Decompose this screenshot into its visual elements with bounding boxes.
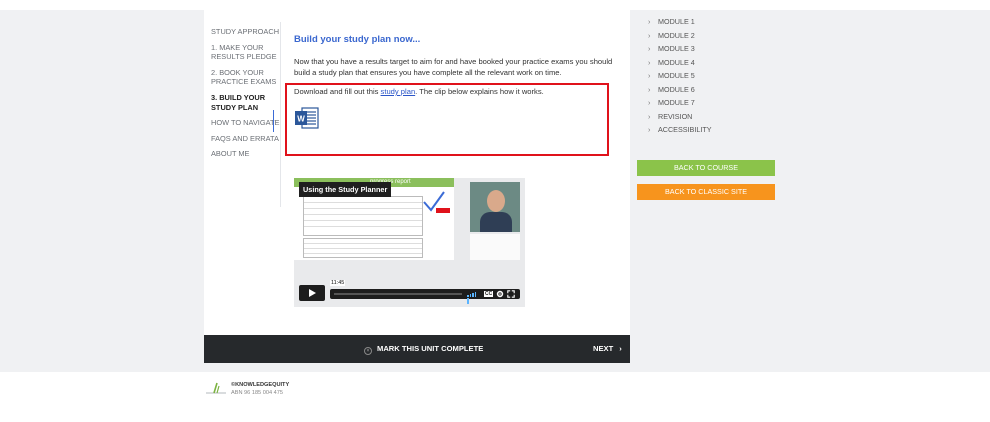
chevron-right-icon: ›	[648, 84, 651, 94]
module-item-accessibility[interactable]: › ACCESSIBILITY	[648, 123, 773, 137]
next-label: NEXT	[593, 344, 614, 353]
module-item-2[interactable]: › MODULE 2	[648, 29, 773, 43]
mark-complete-label: MARK THIS UNIT COMPLETE	[377, 344, 484, 353]
module-label: MODULE 5	[658, 71, 695, 80]
back-to-course-button[interactable]: BACK TO COURSE	[637, 160, 775, 176]
nav-divider	[280, 22, 281, 207]
presenter-face	[487, 190, 505, 212]
slide-table-secondary	[303, 238, 423, 258]
video-progress-bar[interactable]	[334, 293, 462, 295]
footer-brand: ©KNOWLEDGEQUITY	[231, 382, 290, 388]
module-label: MODULE 2	[658, 30, 695, 40]
footer-abn: ABN 96 185 004 475	[231, 390, 283, 394]
nav-item-study-plan[interactable]: 3. BUILD YOUR STUDY PLAN	[211, 93, 281, 112]
nav-item-study-approach[interactable]: STUDY APPROACH	[211, 27, 281, 37]
module-item-7[interactable]: › MODULE 7	[648, 96, 773, 110]
video-side-panel	[470, 234, 520, 260]
nav-item-faqs-errata[interactable]: FAQS AND ERRATA	[211, 134, 281, 144]
mark-complete-button[interactable]: × MARK THIS UNIT COMPLETE	[364, 344, 483, 355]
module-label: MODULE 6	[658, 84, 695, 94]
nav-item-results-pledge[interactable]: 1. MAKE YOUR RESULTS PLEDGE	[211, 43, 281, 62]
knowledgequity-logo-icon	[206, 381, 226, 395]
video-player[interactable]: progress report Using the Study Planner …	[294, 178, 525, 307]
volume-icon[interactable]	[467, 290, 479, 304]
module-item-3[interactable]: › MODULE 3	[648, 42, 773, 56]
highlight-annotation-box	[285, 83, 609, 156]
next-button[interactable]: NEXT ›	[593, 344, 622, 353]
chevron-right-icon: ›	[648, 98, 651, 107]
chevron-right-icon: ›	[648, 125, 651, 134]
nav-active-indicator	[273, 110, 274, 132]
intro-paragraph: Now that you have a results target to ai…	[294, 57, 613, 78]
circle-x-icon: ×	[364, 347, 372, 355]
red-marker	[436, 208, 450, 213]
chevron-right-icon: ›	[648, 44, 651, 53]
module-label: MODULE 1	[658, 17, 695, 26]
chevron-right-icon: ›	[648, 71, 651, 80]
module-label: REVISION	[658, 111, 693, 121]
nav-item-about-me[interactable]: ABOUT ME	[211, 149, 281, 159]
module-item-6[interactable]: › MODULE 6	[648, 83, 773, 97]
unit-footer-bar: × MARK THIS UNIT COMPLETE NEXT ›	[204, 335, 630, 363]
video-timestamp: 11:45	[330, 280, 346, 286]
slide-table	[303, 196, 423, 236]
nav-item-how-to-navigate[interactable]: HOW TO NAVIGATE	[211, 118, 281, 128]
module-item-1[interactable]: › MODULE 1	[648, 15, 773, 29]
fullscreen-icon[interactable]	[507, 290, 515, 300]
cc-icon[interactable]: CC	[484, 291, 494, 297]
presenter-video	[470, 182, 520, 232]
module-item-revision[interactable]: › REVISION	[648, 110, 773, 124]
play-button[interactable]	[299, 285, 325, 301]
video-title: Using the Study Planner	[299, 182, 392, 197]
unit-title: Build your study plan now...	[294, 34, 421, 45]
module-item-4[interactable]: › MODULE 4	[648, 56, 773, 70]
module-label: MODULE 7	[658, 98, 695, 107]
module-list: › MODULE 1 › MODULE 2 › MODULE 3 › MODULE 4 …	[648, 15, 773, 137]
module-label: MODULE 3	[658, 44, 695, 53]
presenter-body	[480, 212, 512, 232]
chevron-right-icon: ›	[648, 111, 651, 121]
module-item-5[interactable]: › MODULE 5	[648, 69, 773, 83]
back-to-classic-site-button[interactable]: BACK TO CLASSIC SITE	[637, 184, 775, 200]
chevron-right-icon: ›	[648, 57, 651, 67]
module-label: MODULE 4	[658, 57, 695, 67]
nav-item-practice-exams[interactable]: 2. BOOK YOUR PRACTICE EXAMS	[211, 68, 281, 87]
chevron-right-icon: ›	[619, 344, 622, 353]
unit-navigation: STUDY APPROACH 1. MAKE YOUR RESULTS PLED…	[211, 27, 281, 165]
gear-icon[interactable]	[496, 290, 504, 300]
chevron-right-icon: ›	[648, 17, 651, 26]
module-label: ACCESSIBILITY	[658, 125, 712, 134]
chevron-right-icon: ›	[648, 30, 651, 40]
